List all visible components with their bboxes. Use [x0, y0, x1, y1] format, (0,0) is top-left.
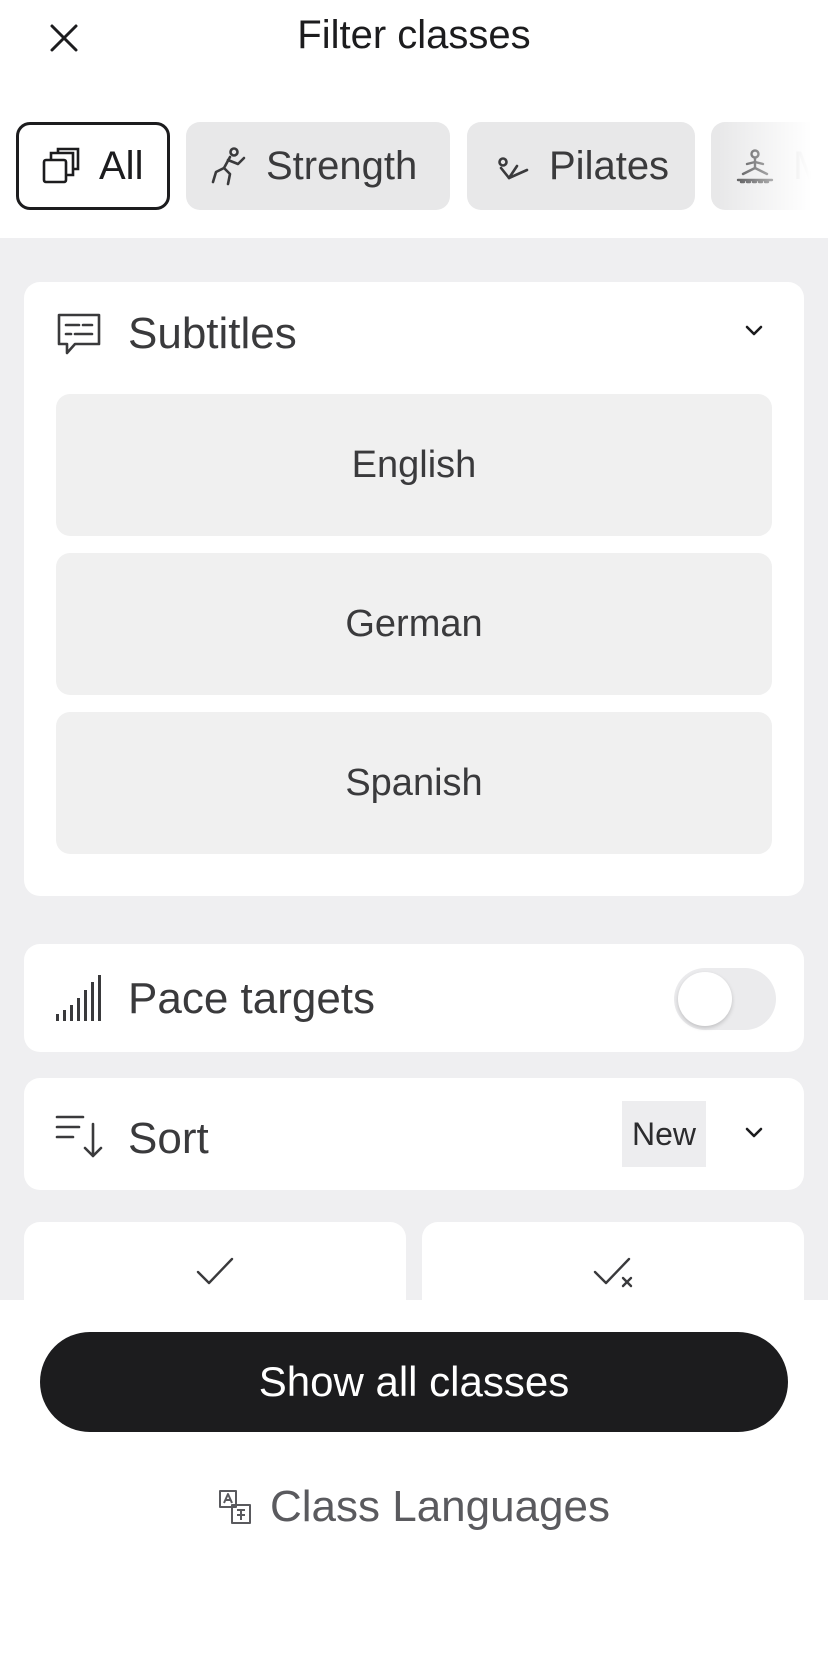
toggle-knob — [678, 972, 732, 1026]
chevron-down-icon — [744, 324, 764, 343]
chevron-down-icon[interactable] — [744, 1126, 764, 1145]
chip-label: Strength — [266, 143, 418, 188]
completed-filter-card[interactable] — [24, 1222, 406, 1300]
pace-targets-title: Pace targets — [128, 974, 376, 1023]
sort-value[interactable]: New — [622, 1101, 707, 1167]
pilates-figure-icon — [495, 148, 531, 184]
checkmark-icon — [196, 1256, 234, 1291]
show-all-classes-button[interactable]: Show all classes — [40, 1332, 788, 1432]
subtitle-option-german[interactable]: German — [56, 553, 772, 695]
bottom-actions: Show all classes Class Languages — [0, 1300, 828, 1659]
checkmark-x-icon — [593, 1256, 637, 1295]
filter-scroll-area[interactable]: Subtitles English German Spanish Pace ta… — [0, 238, 828, 1300]
chip-strength[interactable]: Strength — [186, 122, 450, 210]
not-completed-filter-card[interactable] — [422, 1222, 804, 1300]
chip-label: All — [99, 143, 144, 188]
sort-title: Sort — [128, 1114, 209, 1163]
pace-targets-section: Pace targets — [24, 944, 804, 1052]
page-title: Filter classes — [297, 13, 531, 57]
sort-section: Sort New — [24, 1078, 804, 1190]
chip-all[interactable]: All — [16, 122, 170, 210]
class-languages-label: Class Languages — [269, 1482, 610, 1531]
pace-targets-toggle[interactable] — [674, 968, 776, 1030]
subtitles-section: Subtitles English German Spanish — [24, 282, 804, 896]
translate-icon — [218, 1489, 252, 1525]
stacked-squares-icon — [41, 146, 81, 186]
chip-pilates[interactable]: Pilates — [467, 122, 695, 210]
subtitles-icon — [55, 312, 103, 361]
subtitle-option-english[interactable]: English — [56, 394, 772, 536]
signal-bars-icon — [55, 974, 103, 1027]
class-languages-link[interactable]: Class Languages — [0, 1482, 828, 1532]
subtitles-header[interactable]: Subtitles — [24, 282, 804, 382]
category-chip-row: All Strength Pilates — [0, 122, 828, 212]
chip-row-fade — [718, 122, 828, 212]
subtitle-option-spanish[interactable]: Spanish — [56, 712, 772, 854]
sort-descending-icon — [55, 1114, 103, 1165]
chip-label: Pilates — [549, 143, 670, 188]
header: Filter classes — [0, 0, 828, 78]
subtitles-title: Subtitles — [128, 309, 297, 358]
strength-figure-icon — [210, 146, 248, 186]
